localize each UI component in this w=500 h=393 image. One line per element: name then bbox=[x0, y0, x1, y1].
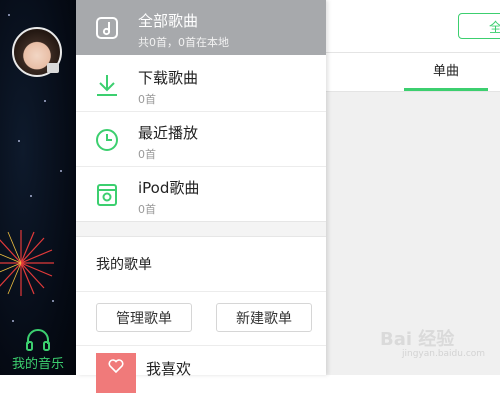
content-action-button[interactable]: 全 bbox=[458, 13, 500, 39]
menu-item-subtitle: 0首 bbox=[138, 93, 156, 106]
tab-songs[interactable]: 单曲 bbox=[404, 53, 488, 91]
menu-item-ipod[interactable]: iPod歌曲 0首 bbox=[76, 167, 326, 222]
music-menu-panel: 全部歌曲 共0首，0首在本地 下载歌曲 0首 最近播放 0首 iPod歌曲 0首… bbox=[76, 0, 326, 393]
playlists-header: 我的歌单 bbox=[96, 257, 152, 273]
clock-icon bbox=[96, 129, 118, 151]
manage-playlists-button[interactable]: 管理歌单 bbox=[96, 303, 192, 332]
firework-decoration bbox=[0, 230, 54, 296]
favorite-cover[interactable] bbox=[96, 353, 136, 393]
download-icon bbox=[97, 75, 117, 96]
watermark-sub: jingyan.baidu.com bbox=[402, 349, 486, 359]
watermark: Bai 经验 jingyan.baidu.com bbox=[380, 325, 500, 375]
content-action-label: 全 bbox=[489, 20, 500, 36]
tab-my-music[interactable]: 我的音乐 bbox=[0, 323, 76, 375]
headphones-icon bbox=[26, 329, 50, 351]
menu-item-subtitle: 共0首，0首在本地 bbox=[138, 36, 229, 49]
menu-item-subtitle: 0首 bbox=[138, 203, 156, 216]
content-area: 全 单曲 bbox=[326, 0, 500, 375]
ipod-icon bbox=[97, 184, 117, 206]
section-divider bbox=[76, 221, 326, 237]
menu-item-downloads[interactable]: 下载歌曲 0首 bbox=[76, 57, 326, 112]
menu-item-all-songs[interactable]: 全部歌曲 共0首，0首在本地 bbox=[76, 0, 326, 55]
tab-my-music-label: 我的音乐 bbox=[11, 357, 64, 372]
playlist-favorite-label[interactable]: 我喜欢 bbox=[146, 358, 191, 379]
divider bbox=[76, 345, 326, 346]
menu-item-title: 全部歌曲 bbox=[138, 12, 199, 30]
heart-icon bbox=[108, 359, 124, 373]
content-toolbar: 全 bbox=[326, 0, 500, 53]
menu-item-subtitle: 0首 bbox=[138, 148, 156, 161]
menu-item-title: iPod歌曲 bbox=[138, 179, 200, 197]
menu-item-title: 最近播放 bbox=[138, 124, 199, 142]
menu-item-recent[interactable]: 最近播放 0首 bbox=[76, 112, 326, 167]
menu-item-title: 下载歌曲 bbox=[138, 69, 199, 87]
content-tabs: 单曲 bbox=[326, 53, 500, 92]
watermark-text: Bai 经验 bbox=[380, 329, 455, 350]
divider bbox=[76, 291, 326, 292]
sidebar: 我的音乐 bbox=[0, 0, 76, 375]
create-playlist-button[interactable]: 新建歌单 bbox=[216, 303, 312, 332]
avatar-badge-icon bbox=[47, 63, 59, 73]
music-file-icon bbox=[96, 17, 118, 39]
